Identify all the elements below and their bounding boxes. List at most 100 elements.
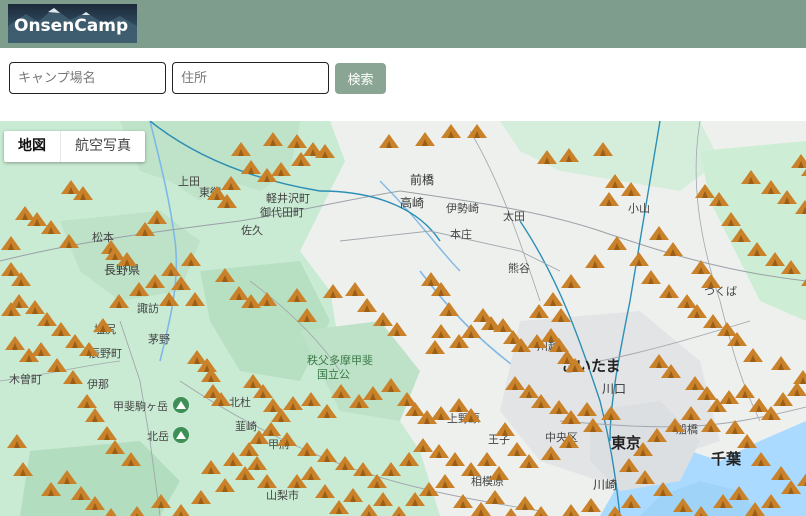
- campsite-tent-icon[interactable]: [314, 143, 336, 159]
- campsite-tent-icon[interactable]: [84, 407, 106, 423]
- map-type-satellite-button[interactable]: 航空写真: [61, 131, 145, 162]
- campsite-tent-icon[interactable]: [170, 275, 192, 291]
- campsite-tent-icon[interactable]: [488, 465, 510, 481]
- campsite-tent-icon[interactable]: [10, 271, 32, 287]
- campsite-tent-icon[interactable]: [792, 369, 806, 385]
- campsite-tent-icon[interactable]: [216, 193, 238, 209]
- campsite-tent-icon[interactable]: [296, 307, 318, 323]
- address-input[interactable]: [172, 62, 329, 94]
- campsite-tent-icon[interactable]: [200, 367, 222, 383]
- campsite-tent-icon[interactable]: [58, 233, 80, 249]
- campsite-tent-icon[interactable]: [770, 465, 792, 481]
- campsite-tent-icon[interactable]: [146, 209, 168, 225]
- campsite-tent-icon[interactable]: [750, 451, 772, 467]
- campsite-tent-icon[interactable]: [30, 341, 52, 357]
- campsite-tent-icon[interactable]: [618, 457, 640, 473]
- campsite-tent-icon[interactable]: [120, 451, 142, 467]
- campsite-tent-icon[interactable]: [576, 401, 598, 417]
- campsite-tent-icon[interactable]: [180, 251, 202, 267]
- campsite-tent-icon[interactable]: [256, 291, 278, 307]
- mountain-peak-icon[interactable]: [173, 397, 189, 413]
- campsite-tent-icon[interactable]: [430, 281, 452, 297]
- campsite-tent-icon[interactable]: [620, 493, 642, 509]
- campsite-tent-icon[interactable]: [150, 493, 172, 509]
- campsite-tent-icon[interactable]: [92, 317, 114, 333]
- campsite-tent-icon[interactable]: [796, 471, 806, 487]
- campsite-tent-icon[interactable]: [62, 369, 84, 385]
- campsite-tent-icon[interactable]: [580, 497, 602, 513]
- campsite-tent-icon[interactable]: [536, 149, 558, 165]
- mountain-peak-icon[interactable]: [173, 427, 189, 443]
- campsite-tent-icon[interactable]: [736, 433, 758, 449]
- campsite-tent-icon[interactable]: [344, 281, 366, 297]
- campsite-tent-icon[interactable]: [640, 269, 662, 285]
- campsite-tent-icon[interactable]: [6, 433, 28, 449]
- campsite-tent-icon[interactable]: [564, 357, 586, 373]
- campsite-tent-icon[interactable]: [700, 273, 722, 289]
- campsite-tent-icon[interactable]: [438, 301, 460, 317]
- camp-name-input[interactable]: [9, 62, 166, 94]
- campsite-tent-icon[interactable]: [530, 505, 552, 516]
- campsite-tent-icon[interactable]: [528, 303, 550, 319]
- campsite-tent-icon[interactable]: [0, 235, 22, 251]
- campsite-tent-icon[interactable]: [78, 341, 100, 357]
- campsite-tent-icon[interactable]: [460, 323, 482, 339]
- campsite-tent-icon[interactable]: [300, 465, 322, 481]
- campsite-tent-icon[interactable]: [760, 405, 782, 421]
- campsite-tent-icon[interactable]: [144, 273, 166, 289]
- campsite-tent-icon[interactable]: [600, 405, 622, 421]
- campsite-tent-icon[interactable]: [214, 267, 236, 283]
- campsite-tent-icon[interactable]: [560, 503, 582, 516]
- campsite-tent-icon[interactable]: [190, 489, 212, 505]
- campsite-tent-icon[interactable]: [720, 211, 742, 227]
- campsite-tent-icon[interactable]: [494, 421, 516, 437]
- campsite-tent-icon[interactable]: [560, 273, 582, 289]
- campsite-tent-icon[interactable]: [286, 287, 308, 303]
- campsite-tent-icon[interactable]: [108, 293, 130, 309]
- campsite-tent-icon[interactable]: [314, 483, 336, 499]
- campsite-tent-icon[interactable]: [800, 271, 806, 287]
- campsite-tent-icon[interactable]: [434, 473, 456, 489]
- campsite-tent-icon[interactable]: [780, 259, 802, 275]
- campsite-tent-icon[interactable]: [760, 493, 782, 509]
- campsite-tent-icon[interactable]: [414, 131, 436, 147]
- campsite-tent-icon[interactable]: [558, 147, 580, 163]
- campsite-tent-icon[interactable]: [466, 123, 488, 139]
- campsite-tent-icon[interactable]: [658, 283, 680, 299]
- logo[interactable]: OnsenCamp: [8, 4, 137, 43]
- campsite-tent-icon[interactable]: [72, 185, 94, 201]
- campsite-tent-icon[interactable]: [742, 347, 764, 363]
- campsite-tent-icon[interactable]: [740, 169, 762, 185]
- campsite-tent-icon[interactable]: [276, 431, 298, 447]
- campsite-tent-icon[interactable]: [378, 133, 400, 149]
- campsite-tent-icon[interactable]: [770, 355, 792, 371]
- campsite-tent-icon[interactable]: [662, 241, 684, 257]
- campsite-tent-icon[interactable]: [690, 505, 712, 516]
- campsite-tent-icon[interactable]: [386, 321, 408, 337]
- campsite-tent-icon[interactable]: [100, 507, 122, 516]
- search-button[interactable]: 検索: [335, 63, 386, 94]
- campsite-tent-icon[interactable]: [56, 469, 78, 485]
- campsite-tent-icon[interactable]: [700, 417, 722, 433]
- campsite-tent-icon[interactable]: [170, 503, 192, 516]
- campsite-tent-icon[interactable]: [184, 291, 206, 307]
- campsite-tent-icon[interactable]: [210, 391, 232, 407]
- map-view[interactable]: 地図 航空写真 前橋 高崎 熊谷 さいたま 川口 東京 千葉 川崎 船橋 相模原…: [0, 121, 806, 516]
- campsite-tent-icon[interactable]: [558, 433, 580, 449]
- campsite-tent-icon[interactable]: [620, 181, 642, 197]
- campsite-tent-icon[interactable]: [246, 455, 268, 471]
- campsite-tent-icon[interactable]: [256, 473, 278, 489]
- campsite-tent-icon[interactable]: [296, 441, 318, 457]
- campsite-tent-icon[interactable]: [632, 441, 654, 457]
- campsite-tent-icon[interactable]: [484, 489, 506, 505]
- campsite-tent-icon[interactable]: [728, 485, 750, 501]
- campsite-tent-icon[interactable]: [342, 487, 364, 503]
- campsite-tent-icon[interactable]: [628, 251, 650, 267]
- campsite-tent-icon[interactable]: [12, 461, 34, 477]
- campsite-tent-icon[interactable]: [584, 253, 606, 269]
- campsite-tent-icon[interactable]: [440, 123, 462, 139]
- campsite-tent-icon[interactable]: [652, 481, 674, 497]
- campsite-tent-icon[interactable]: [424, 339, 446, 355]
- campsite-tent-icon[interactable]: [694, 183, 716, 199]
- campsite-tent-icon[interactable]: [200, 459, 222, 475]
